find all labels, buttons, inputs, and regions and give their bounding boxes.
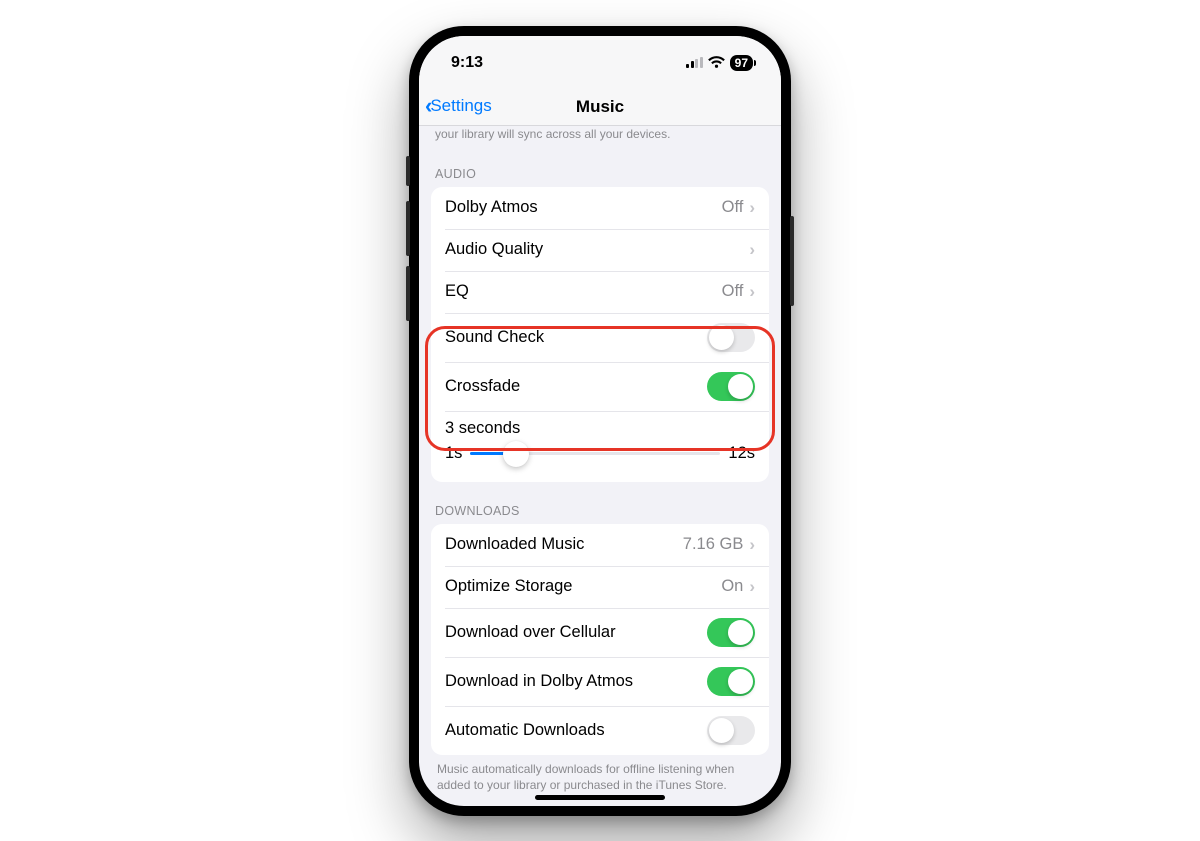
eq-value: Off bbox=[722, 282, 744, 301]
wifi-icon bbox=[708, 57, 725, 69]
crossfade-row: Crossfade bbox=[431, 362, 769, 411]
crossfade-slider[interactable] bbox=[470, 442, 720, 466]
volume-down-button bbox=[406, 266, 410, 321]
crossfade-max-label: 12s bbox=[728, 444, 755, 463]
download-over-cellular-row: Download over Cellular bbox=[431, 608, 769, 657]
back-button[interactable]: ‹ Settings bbox=[425, 95, 492, 117]
download-in-dolby-atmos-row: Download in Dolby Atmos bbox=[431, 657, 769, 706]
volume-up-button bbox=[406, 201, 410, 256]
eq-label: EQ bbox=[445, 282, 722, 301]
status-time: 9:13 bbox=[451, 54, 483, 72]
dolby-atmos-row[interactable]: Dolby Atmos Off › bbox=[431, 187, 769, 229]
section-header-audio: AUDIO bbox=[419, 145, 781, 187]
automatic-downloads-row: Automatic Downloads bbox=[431, 706, 769, 755]
crossfade-toggle[interactable] bbox=[707, 372, 755, 401]
downloaded-music-label: Downloaded Music bbox=[445, 535, 683, 554]
audio-group: Dolby Atmos Off › Audio Quality › EQ Off… bbox=[431, 187, 769, 482]
content-scroll[interactable]: your library will sync across all your d… bbox=[419, 126, 781, 806]
chevron-right-icon: › bbox=[749, 535, 755, 555]
downloads-group: Downloaded Music 7.16 GB › Optimize Stor… bbox=[431, 524, 769, 755]
back-label: Settings bbox=[430, 96, 491, 116]
home-indicator[interactable] bbox=[535, 795, 665, 800]
battery-icon: 97 bbox=[730, 55, 753, 71]
audio-quality-label: Audio Quality bbox=[445, 240, 749, 259]
side-button bbox=[406, 156, 410, 186]
optimize-storage-row[interactable]: Optimize Storage On › bbox=[431, 566, 769, 608]
downloaded-music-value: 7.16 GB bbox=[683, 535, 744, 554]
page-title: Music bbox=[576, 97, 624, 117]
downloads-footer-note: Music automatically downloads for offlin… bbox=[419, 755, 781, 793]
truncated-helper-text: your library will sync across all your d… bbox=[419, 126, 781, 145]
section-header-downloads: DOWNLOADS bbox=[419, 482, 781, 524]
chevron-right-icon: › bbox=[749, 282, 755, 302]
sound-check-row: Sound Check bbox=[431, 313, 769, 362]
crossfade-slider-row: 3 seconds 1s 12s bbox=[431, 411, 769, 482]
crossfade-min-label: 1s bbox=[445, 444, 462, 463]
phone-frame: 9:13 97 ‹ Settings Music your l bbox=[409, 26, 791, 816]
automatic-downloads-toggle[interactable] bbox=[707, 716, 755, 745]
crossfade-current-label: 3 seconds bbox=[445, 419, 755, 438]
downloaded-music-row[interactable]: Downloaded Music 7.16 GB › bbox=[431, 524, 769, 566]
download-over-cellular-label: Download over Cellular bbox=[445, 623, 707, 642]
phone-screen: 9:13 97 ‹ Settings Music your l bbox=[419, 36, 781, 806]
download-in-dolby-atmos-toggle[interactable] bbox=[707, 667, 755, 696]
power-button bbox=[790, 216, 794, 306]
optimize-storage-value: On bbox=[721, 577, 743, 596]
automatic-downloads-label: Automatic Downloads bbox=[445, 721, 707, 740]
chevron-right-icon: › bbox=[749, 198, 755, 218]
sound-check-toggle[interactable] bbox=[707, 323, 755, 352]
sound-check-label: Sound Check bbox=[445, 328, 707, 347]
download-in-dolby-atmos-label: Download in Dolby Atmos bbox=[445, 672, 707, 691]
status-right: 97 bbox=[686, 55, 753, 71]
chevron-right-icon: › bbox=[749, 577, 755, 597]
cellular-signal-icon bbox=[686, 57, 703, 68]
eq-row[interactable]: EQ Off › bbox=[431, 271, 769, 313]
crossfade-label: Crossfade bbox=[445, 377, 707, 396]
optimize-storage-label: Optimize Storage bbox=[445, 577, 721, 596]
status-bar: 9:13 97 bbox=[419, 36, 781, 90]
dolby-atmos-value: Off bbox=[722, 198, 744, 217]
download-over-cellular-toggle[interactable] bbox=[707, 618, 755, 647]
audio-quality-row[interactable]: Audio Quality › bbox=[431, 229, 769, 271]
dolby-atmos-label: Dolby Atmos bbox=[445, 198, 722, 217]
chevron-right-icon: › bbox=[749, 240, 755, 260]
